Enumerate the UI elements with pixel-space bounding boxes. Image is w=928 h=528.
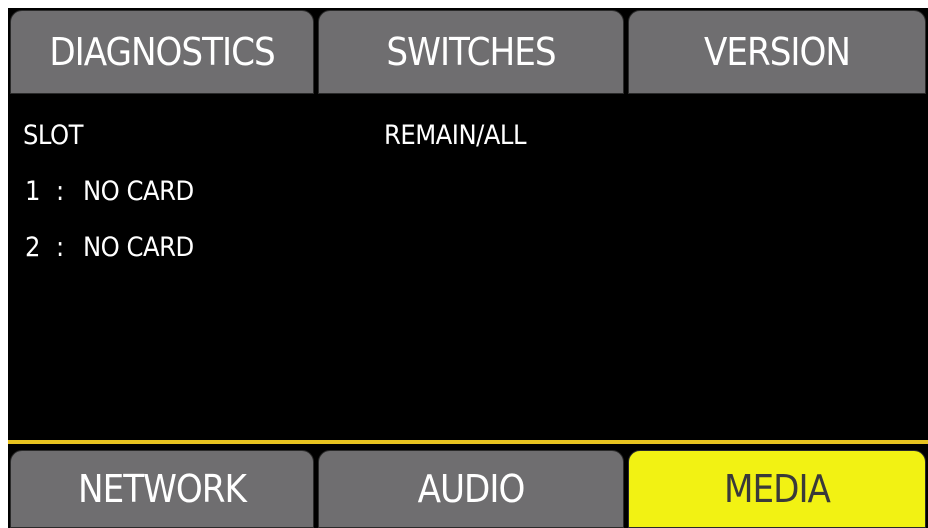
tab-media-label: MEDIA bbox=[724, 467, 831, 511]
tab-diagnostics-label: DIAGNOSTICS bbox=[49, 30, 275, 74]
slot-2-status: NO CARD bbox=[83, 232, 194, 263]
tab-version-label: VERSION bbox=[704, 30, 851, 74]
tab-switches-label: SWITCHES bbox=[386, 30, 556, 74]
tab-audio[interactable]: AUDIO bbox=[318, 450, 624, 528]
tab-media[interactable]: MEDIA bbox=[628, 450, 926, 528]
slot-header: SLOT bbox=[23, 120, 83, 151]
media-status-screen: DIAGNOSTICS SWITCHES VERSION SLOT REMAIN… bbox=[0, 0, 928, 528]
tab-diagnostics[interactable]: DIAGNOSTICS bbox=[10, 10, 314, 94]
tab-network-label: NETWORK bbox=[78, 467, 247, 511]
tab-version[interactable]: VERSION bbox=[628, 10, 926, 94]
slot-1-status: NO CARD bbox=[83, 176, 194, 207]
slot-1-number: 1 bbox=[25, 176, 40, 207]
tab-network[interactable]: NETWORK bbox=[10, 450, 314, 528]
active-tab-indicator-line bbox=[8, 440, 928, 444]
slot-2-number: 2 bbox=[25, 232, 40, 263]
tab-switches[interactable]: SWITCHES bbox=[318, 10, 624, 94]
slot-2-separator: : bbox=[56, 232, 64, 263]
slot-1-separator: : bbox=[56, 176, 64, 207]
tab-audio-label: AUDIO bbox=[417, 467, 526, 511]
top-border bbox=[0, 0, 928, 8]
remain-all-header: REMAIN/ALL bbox=[384, 120, 526, 151]
